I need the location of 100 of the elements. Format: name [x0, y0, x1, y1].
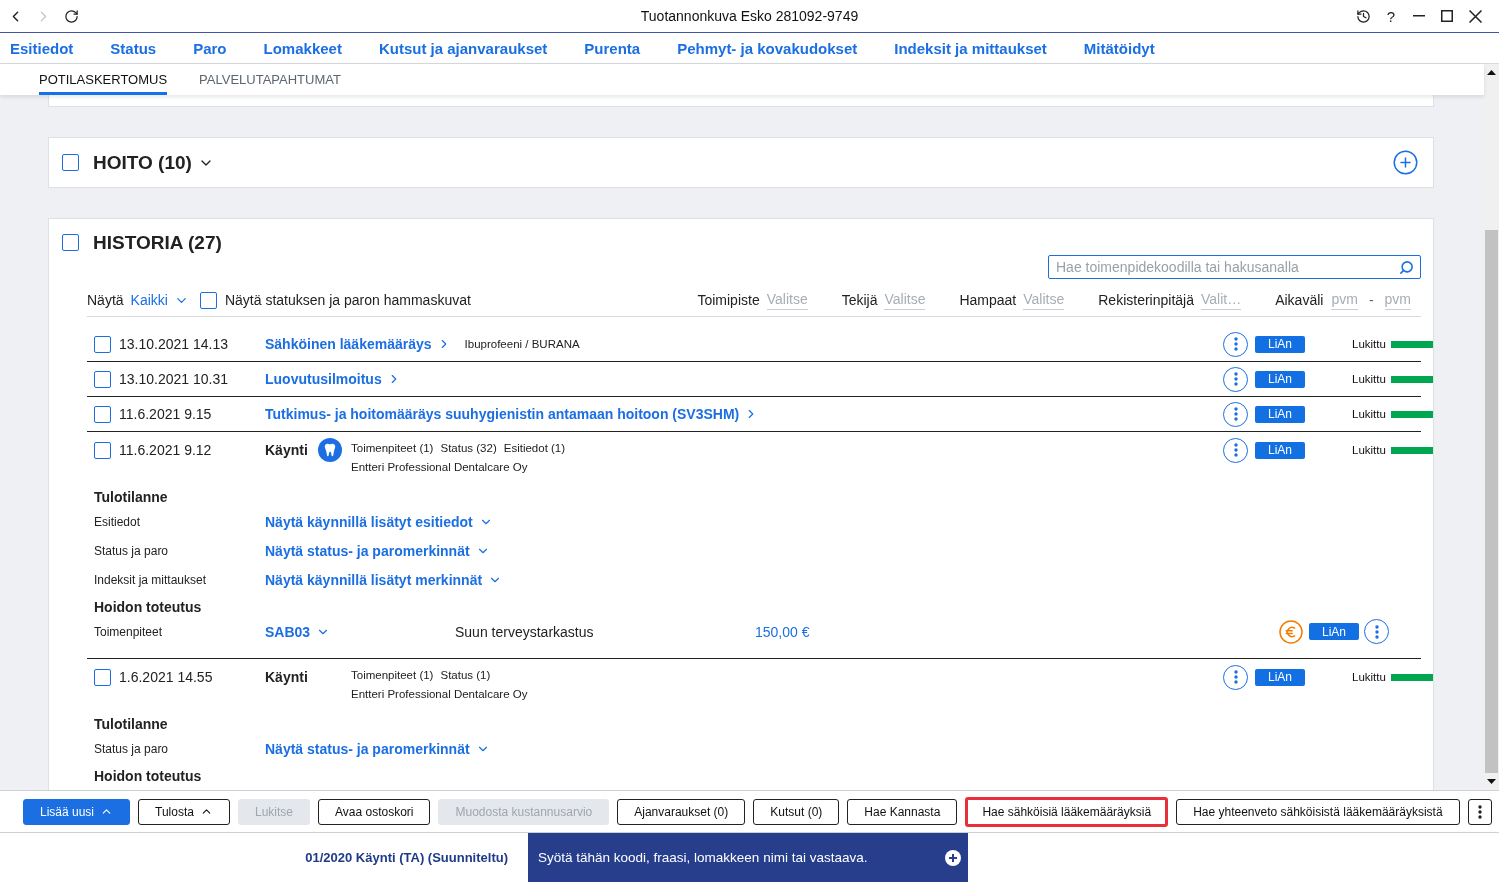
scroll-up-icon[interactable] [1487, 70, 1496, 75]
initials-badge: LiAn [1255, 370, 1305, 388]
note-text: Ibuprofeeni / BURANA [464, 338, 580, 350]
filter-label: Aikaväli [1275, 291, 1324, 310]
section-heading: Tulotilanne [94, 715, 169, 734]
toolbar-button[interactable]: Tulosta [138, 798, 230, 825]
minimize-icon [1413, 15, 1425, 17]
procedure-code-link[interactable]: SAB03 [265, 623, 331, 640]
checkbox[interactable] [94, 668, 111, 686]
status-label: Lukittu [1352, 671, 1387, 683]
maximize-icon [1441, 10, 1453, 22]
window-title: Tuotannonkuva Esko 281092-9749 [640, 8, 859, 24]
visit-title: Käynti [265, 441, 308, 460]
summary-item: Status (32) [440, 441, 497, 456]
checkbox[interactable] [94, 335, 111, 353]
scroll-down-icon[interactable] [1487, 779, 1496, 784]
nav-tab[interactable]: Paro [193, 33, 227, 63]
checkbox[interactable] [62, 234, 79, 251]
expand-link[interactable]: Näytä käynnillä lisätyt esitiedot [265, 513, 493, 530]
status-label: Lukittu [1352, 408, 1387, 420]
summary-item: Toimenpiteet (1) [351, 441, 434, 456]
filter-label: Näytä [87, 291, 124, 310]
section-heading: Hoidon toteutus [94, 767, 203, 786]
search-field[interactable]: Hae toimenpidekoodilla tai hakusanalla [1048, 255, 1421, 279]
toolbar-button[interactable]: Hae Kannasta [847, 798, 958, 825]
euro-circle-icon [1279, 619, 1303, 644]
checkbox[interactable] [94, 370, 111, 388]
search-icon [1399, 259, 1414, 275]
vertical-dots-icon [1233, 670, 1238, 684]
filter-dropdown[interactable]: Kaikki [130, 290, 189, 310]
sub-tab[interactable]: PALVELUTAPAHTUMAT [199, 64, 341, 95]
vertical-dots-icon [1233, 372, 1238, 386]
date-text: 11.6.2021 9.12 [119, 441, 213, 460]
initials-badge: LiAn [1255, 441, 1305, 459]
toolbar-button[interactable]: Lisää uusi [23, 798, 131, 825]
toolbar-button[interactable]: Hae yhteenveto sähköisistä lääkemääräyksistä [1176, 798, 1460, 825]
vertical-dots-icon [1477, 804, 1482, 819]
add-circle-icon[interactable] [1392, 149, 1419, 176]
nav-tab[interactable]: Lomakkeet [263, 33, 342, 63]
checkbox[interactable] [94, 405, 111, 423]
date-text: 13.10.2021 10.31 [119, 370, 229, 389]
document-link[interactable]: Sähköinen lääkemääräys [265, 336, 451, 352]
status-label: Lukittu [1352, 373, 1387, 385]
field-label: Status ja paro [94, 741, 170, 756]
vertical-dots-icon [1233, 407, 1238, 421]
range-separator: - [1368, 291, 1374, 310]
close-icon [1468, 9, 1482, 23]
section-heading: Tulotilanne [94, 488, 169, 507]
checkbox-label: Näytä statuksen ja paron hammaskuvat [224, 291, 471, 310]
toolbar-button[interactable]: Kutsut (0) [753, 798, 840, 825]
command-field[interactable]: Syötä tähän koodi, fraasi, lomakkeen nimi tai vastaava. [528, 833, 968, 882]
summary-item: Status (1) [440, 668, 491, 683]
initials-badge: LiAn [1255, 335, 1305, 353]
nav-tab[interactable]: Purenta [584, 33, 641, 63]
checkbox[interactable] [199, 291, 217, 309]
filter-label: Rekisterinpitäjä [1098, 291, 1194, 310]
initials-badge: LiAn [1255, 668, 1305, 686]
filter-label: Hampaat [959, 291, 1017, 310]
toolbar-button[interactable]: Ajanvaraukset (0) [617, 798, 746, 825]
document-link[interactable]: Tutkimus- ja hoitomääräys suuhygienistin antamaan hoitoon (SV3SHM) [265, 406, 759, 422]
summary-item: Esitiedot (1) [503, 441, 566, 456]
nav-tab[interactable]: Indeksit ja mittaukset [894, 33, 1047, 63]
nav-tab[interactable]: Mitätöidyt [1083, 33, 1155, 63]
toolbar-button[interactable]: Hae sähköisiä lääkemääräyksiä [965, 796, 1169, 827]
summary-item: Toimenpiteet (1) [351, 668, 434, 683]
filter-label: Toimipiste [697, 291, 760, 310]
section-title: HISTORIA (27) [93, 231, 222, 254]
more-button[interactable] [1467, 798, 1492, 825]
price: 150,00 € [755, 623, 810, 640]
provider-text: Entteri Professional Dentalcare Oy [351, 460, 529, 475]
nav-tab[interactable]: Pehmyt- ja kovakudokset [677, 33, 858, 63]
refresh-icon [63, 8, 79, 24]
field-label: Esitiedot [94, 514, 142, 529]
nav-tab[interactable]: Status [110, 33, 157, 63]
initials-badge: LiAn [1309, 623, 1359, 640]
nav-tab[interactable]: Kutsut ja ajanvaraukset [378, 33, 548, 63]
checkbox[interactable] [94, 441, 111, 459]
field-label: Toimenpiteet [94, 624, 164, 639]
provider-text: Entteri Professional Dentalcare Oy [351, 687, 528, 702]
context-label: 01/2020 Käynti (TA) (Suunniteltu) [305, 850, 508, 865]
procedure-name: Suun terveystarkastus [455, 623, 595, 640]
vertical-dots-icon [1233, 337, 1238, 351]
date-text: 1.6.2021 14.55 [119, 668, 214, 687]
scrollbar-thumb[interactable] [1485, 230, 1498, 773]
history-icon [1355, 8, 1371, 24]
expand-link[interactable]: Näytä status- ja paromerkinnät [265, 542, 490, 559]
expand-link[interactable]: Näytä status- ja paromerkinnät [265, 740, 490, 757]
field-label: Status ja paro [94, 543, 170, 558]
date-text: 13.10.2021 14.13 [119, 335, 229, 354]
field-label: Indeksit ja mittaukset [94, 572, 208, 587]
plus-circle-icon[interactable] [945, 849, 961, 866]
status-label: Lukittu [1352, 444, 1387, 456]
nav-tab[interactable]: Esitiedot [10, 33, 74, 63]
vertical-dots-icon [1374, 624, 1379, 639]
toolbar-button[interactable]: Avaa ostoskori [318, 798, 431, 825]
help-button[interactable]: ? [1380, 5, 1402, 27]
document-link[interactable]: Luovutusilmoitus [265, 371, 401, 387]
checkbox[interactable] [62, 154, 79, 171]
visit-title: Käynti [265, 668, 308, 687]
expand-link[interactable]: Näytä käynnillä lisätyt merkinnät [265, 571, 503, 588]
